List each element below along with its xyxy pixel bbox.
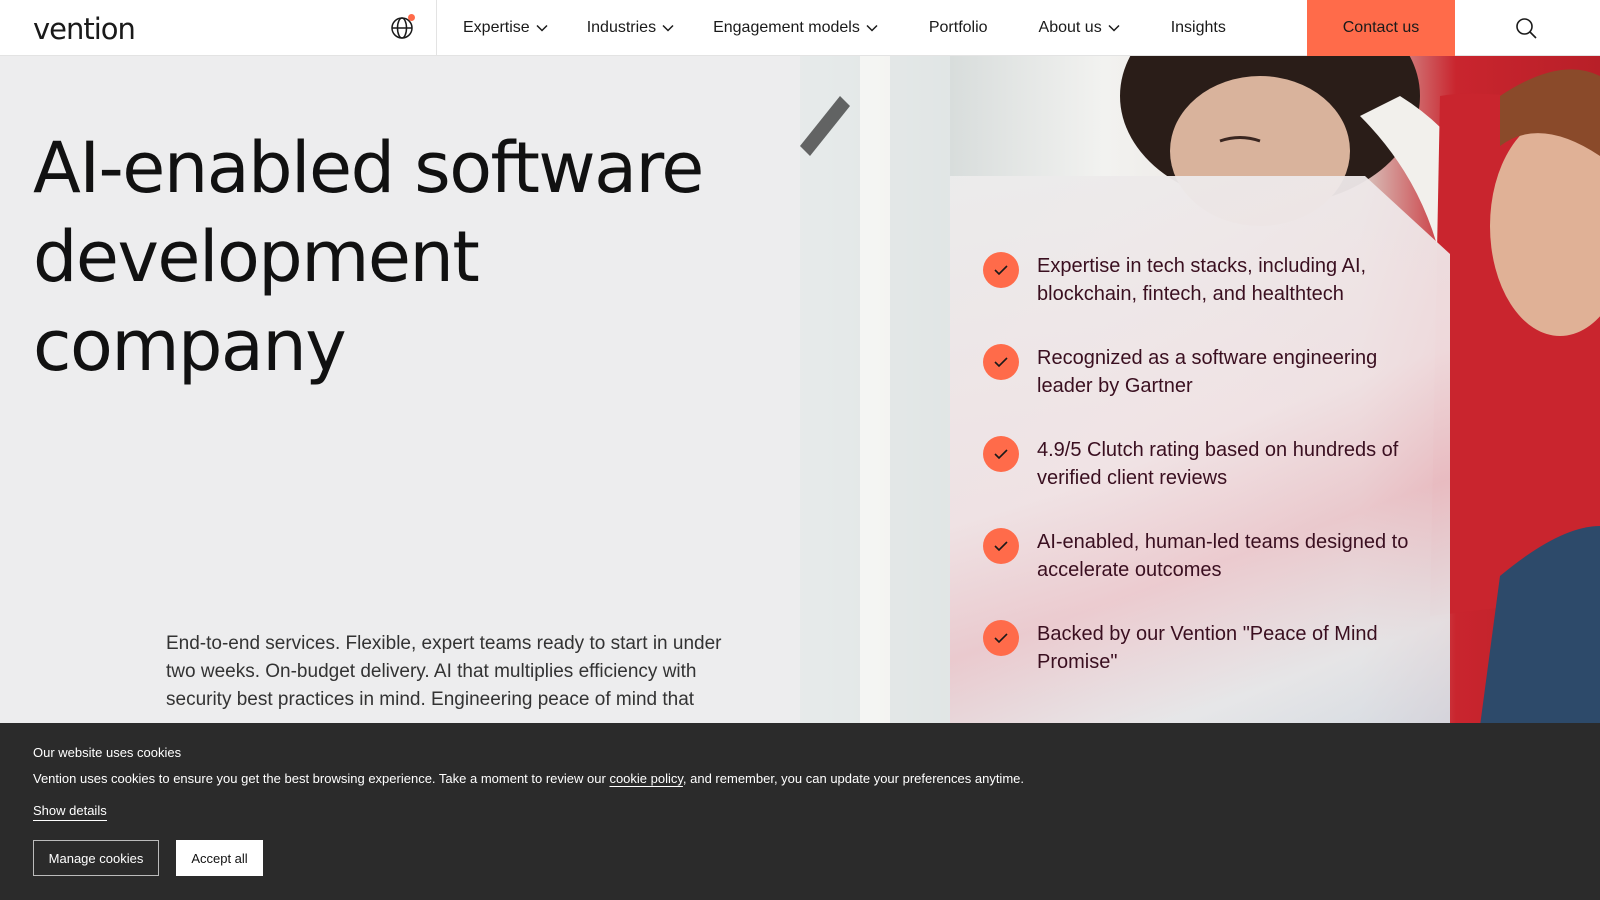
cookie-banner: Our website uses cookies Vention uses co… xyxy=(0,723,1600,900)
bullet-text: 4.9/5 Clutch rating based on hundreds of… xyxy=(1037,439,1399,489)
search-icon[interactable] xyxy=(1515,17,1537,39)
bullet-text: Recognized as a software engineering lea… xyxy=(1037,347,1378,397)
site-header: vention Expertise Industries Engagement … xyxy=(0,0,1600,56)
check-icon xyxy=(983,252,1019,288)
nav-item-label: About us xyxy=(1038,19,1102,36)
check-icon xyxy=(983,344,1019,380)
cookie-title: Our website uses cookies xyxy=(33,745,182,760)
chevron-down-icon xyxy=(662,24,674,32)
bullet-text: AI-enabled, human-led teams designed to … xyxy=(1037,531,1409,581)
nav-item-label: Expertise xyxy=(463,19,530,36)
notification-dot xyxy=(408,14,415,21)
chevron-down-icon xyxy=(536,24,548,32)
hero-description: End-to-end services. Flexible, expert te… xyxy=(166,633,722,710)
vention-logo[interactable]: vention xyxy=(33,12,136,46)
list-item: AI-enabled, human-led teams designed to … xyxy=(983,528,1423,584)
hero-title-line: company xyxy=(33,305,347,387)
nav-item-expertise[interactable]: Expertise xyxy=(463,19,548,37)
nav-item-label: Insights xyxy=(1170,19,1226,36)
hero-title: AI-enabled software development company xyxy=(33,124,793,391)
chevron-down-icon xyxy=(1108,24,1120,32)
check-icon xyxy=(983,436,1019,472)
nav-item-engagement-models[interactable]: Engagement models xyxy=(713,19,878,37)
nav-item-portfolio[interactable]: Portfolio xyxy=(929,19,988,37)
nav-item-insights[interactable]: Insights xyxy=(1171,19,1226,37)
nav-item-industries[interactable]: Industries xyxy=(587,19,674,37)
show-details-link[interactable]: Show details xyxy=(33,803,107,821)
nav-item-about-us[interactable]: About us xyxy=(1039,19,1120,37)
chevron-down-icon xyxy=(866,24,878,32)
hero-title-line: development xyxy=(33,216,480,298)
nav-item-label: Industries xyxy=(586,19,657,36)
check-icon xyxy=(983,528,1019,564)
highlights-list: Expertise in tech stacks, including AI, … xyxy=(983,252,1423,712)
nav-item-label: Engagement models xyxy=(713,19,860,36)
nav-item-label: Portfolio xyxy=(928,19,988,36)
bullet-text: Backed by our Vention "Peace of Mind Pro… xyxy=(1037,623,1378,673)
manage-cookies-button[interactable]: Manage cookies xyxy=(33,840,159,876)
cookie-text-before: Vention uses cookies to ensure you get t… xyxy=(33,771,610,786)
main-nav: Expertise Industries Engagement models P… xyxy=(463,0,1226,56)
list-item: Backed by our Vention "Peace of Mind Pro… xyxy=(983,620,1423,676)
list-item: 4.9/5 Clutch rating based on hundreds of… xyxy=(983,436,1423,492)
contact-us-button[interactable]: Contact us xyxy=(1307,0,1455,56)
check-icon xyxy=(983,620,1019,656)
nav-divider xyxy=(436,0,437,56)
cookie-text: Vention uses cookies to ensure you get t… xyxy=(33,771,1024,786)
list-item: Recognized as a software engineering lea… xyxy=(983,344,1423,400)
hero-title-line: AI-enabled software xyxy=(33,127,704,209)
cookie-text-after: , and remember, you can update your pref… xyxy=(682,771,1024,786)
cookie-policy-link[interactable]: cookie policy xyxy=(609,771,682,786)
accept-all-button[interactable]: Accept all xyxy=(176,840,263,876)
list-item: Expertise in tech stacks, including AI, … xyxy=(983,252,1423,308)
bullet-text: Expertise in tech stacks, including AI, … xyxy=(1037,255,1367,305)
